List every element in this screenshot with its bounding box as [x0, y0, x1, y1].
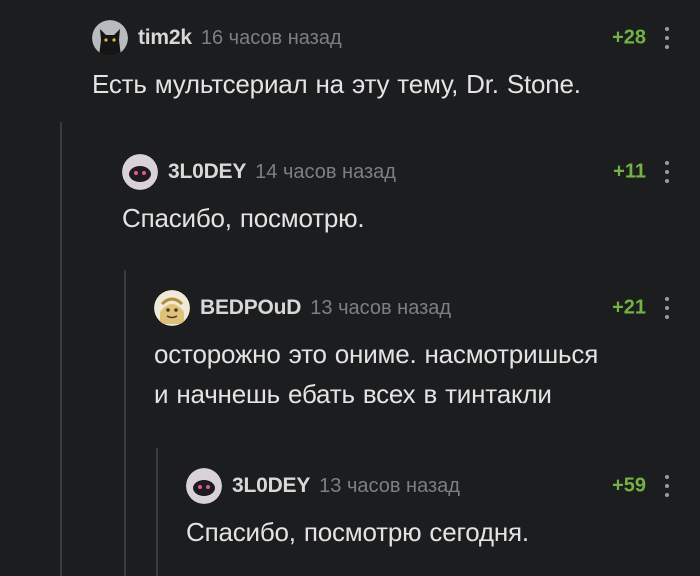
username[interactable]: 3L0DEY [168, 160, 246, 184]
timestamp[interactable]: 14 часов назад [255, 161, 396, 184]
thread-line-level-1[interactable] [60, 122, 62, 576]
rating: +21 [612, 296, 646, 319]
more-vertical-icon[interactable] [662, 161, 672, 183]
comment-text-line: осторожно это ониме. насмотришься [154, 339, 599, 369]
comment-text: осторожно это ониме. насмотришься и начн… [154, 334, 672, 414]
comment-text: Есть мультсериал на эту тему, Dr. Stone. [92, 69, 581, 99]
rating: +59 [612, 474, 646, 497]
comment-text: Спасибо, посмотрю сегодня. [186, 517, 529, 547]
black-cat-avatar[interactable] [92, 20, 128, 56]
rating: +28 [612, 26, 646, 49]
comment-header: tim2k 16 часов назад +28 [92, 20, 672, 56]
comment-header: 3L0DEY 14 часов назад +11 [122, 154, 672, 190]
comment: BEDPOuD 13 часов назад +21 осторожно это… [154, 290, 672, 414]
comment: 3L0DEY 13 часов назад +59 Спасибо, посмо… [186, 468, 672, 552]
more-vertical-icon[interactable] [662, 297, 672, 319]
dark-creature-avatar[interactable] [122, 154, 158, 190]
username[interactable]: 3L0DEY [232, 474, 310, 498]
timestamp[interactable]: 13 часов назад [310, 297, 451, 320]
dark-creature-avatar[interactable] [186, 468, 222, 504]
thread-line-level-3[interactable] [156, 448, 158, 576]
comment-text: Спасибо, посмотрю. [122, 203, 365, 233]
comment: 3L0DEY 14 часов назад +11 Спасибо, посмо… [122, 154, 672, 238]
comment-header: BEDPOuD 13 часов назад +21 [154, 290, 672, 326]
timestamp[interactable]: 13 часов назад [319, 475, 460, 498]
timestamp[interactable]: 16 часов назад [201, 27, 342, 50]
comment-header: 3L0DEY 13 часов назад +59 [186, 468, 672, 504]
more-vertical-icon[interactable] [662, 475, 672, 497]
comment-text-line: и начнешь ебать всех в тинтакли [154, 379, 552, 409]
cartoon-face-avatar[interactable] [154, 290, 190, 326]
more-vertical-icon[interactable] [662, 27, 672, 49]
username[interactable]: tim2k [138, 26, 192, 50]
comments-page: tim2k 16 часов назад +28 Есть мультсериа… [0, 0, 700, 576]
thread-line-level-2[interactable] [124, 270, 126, 576]
username[interactable]: BEDPOuD [200, 296, 301, 320]
rating: +11 [613, 160, 646, 183]
comment: tim2k 16 часов назад +28 Есть мультсериа… [92, 20, 672, 104]
